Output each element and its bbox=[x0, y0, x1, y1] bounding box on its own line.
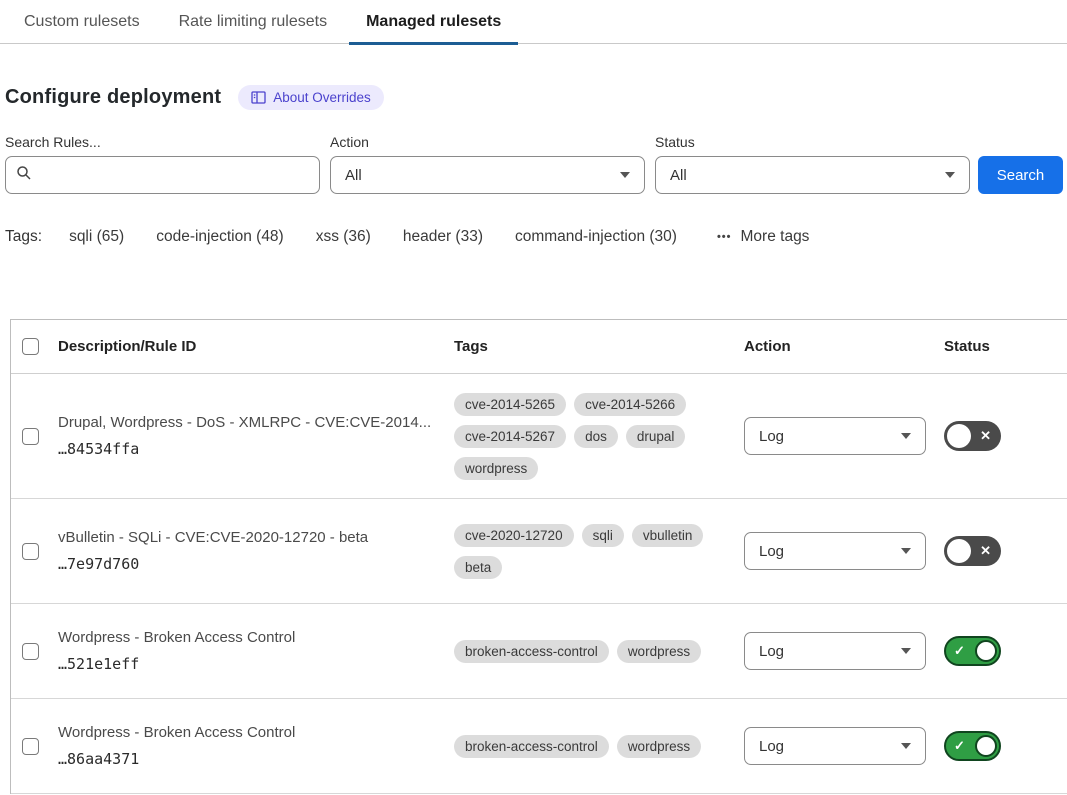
x-icon: ✕ bbox=[980, 428, 991, 444]
action-filter-select[interactable]: All bbox=[330, 156, 645, 194]
row-tags: broken-access-control wordpress bbox=[454, 735, 744, 758]
tag-link-sqli[interactable]: sqli (65) bbox=[69, 228, 124, 246]
table-header-row: Description/Rule ID Tags Action Status bbox=[11, 320, 1067, 374]
check-icon: ✓ bbox=[954, 738, 965, 754]
table-row: Wordpress - Broken Access Control …86aa4… bbox=[11, 699, 1067, 794]
status-filter-value: All bbox=[670, 167, 687, 184]
action-filter-label: Action bbox=[330, 134, 645, 150]
more-tags-button[interactable]: ••• More tags bbox=[717, 228, 809, 246]
toggle-knob bbox=[947, 539, 971, 563]
tags-bar: Tags: sqli (65) code-injection (48) xss … bbox=[5, 228, 1067, 246]
tag-pill: drupal bbox=[626, 425, 686, 448]
row-action-select[interactable]: Log bbox=[744, 727, 926, 765]
row-tags: cve-2020-12720 sqli vbulletin beta bbox=[454, 524, 744, 579]
tag-pill: wordpress bbox=[454, 457, 538, 480]
row-action-value: Log bbox=[759, 643, 784, 660]
chevron-down-icon bbox=[945, 172, 955, 178]
col-header-tags: Tags bbox=[454, 338, 744, 355]
row-action-value: Log bbox=[759, 543, 784, 560]
tag-pill: beta bbox=[454, 556, 502, 579]
check-icon: ✓ bbox=[954, 643, 965, 659]
row-rule-id: …521e1eff bbox=[58, 655, 434, 673]
chevron-down-icon bbox=[901, 743, 911, 749]
tag-pill: wordpress bbox=[617, 640, 701, 663]
search-rules-input[interactable] bbox=[40, 167, 309, 184]
chevron-down-icon bbox=[901, 648, 911, 654]
row-rule-id: …86aa4371 bbox=[58, 750, 434, 768]
col-header-action: Action bbox=[744, 338, 944, 355]
rules-table: Description/Rule ID Tags Action Status D… bbox=[10, 319, 1067, 794]
row-rule-id: …84534ffa bbox=[58, 440, 434, 458]
x-icon: ✕ bbox=[980, 543, 991, 559]
status-toggle[interactable]: ✓ ✕ bbox=[944, 636, 1001, 666]
tag-pill: sqli bbox=[582, 524, 624, 547]
row-description: Wordpress - Broken Access Control bbox=[58, 724, 434, 741]
more-tags-label: More tags bbox=[741, 228, 810, 246]
search-rules-label: Search Rules... bbox=[5, 134, 320, 150]
row-description: vBulletin - SQLi - CVE:CVE-2020-12720 - … bbox=[58, 529, 434, 546]
tab-managed-rulesets[interactable]: Managed rulesets bbox=[366, 0, 501, 44]
table-row: Drupal, Wordpress - DoS - XMLRPC - CVE:C… bbox=[11, 374, 1067, 499]
search-button[interactable]: Search bbox=[978, 156, 1063, 194]
row-action-value: Log bbox=[759, 428, 784, 445]
row-action-select[interactable]: Log bbox=[744, 532, 926, 570]
search-icon bbox=[16, 165, 32, 186]
col-header-status: Status bbox=[944, 338, 1067, 355]
row-description: Wordpress - Broken Access Control bbox=[58, 629, 434, 646]
toggle-knob bbox=[975, 640, 997, 662]
chevron-down-icon bbox=[901, 548, 911, 554]
page-title: Configure deployment bbox=[5, 86, 221, 109]
select-all-checkbox[interactable] bbox=[22, 338, 39, 355]
tag-pill: broken-access-control bbox=[454, 640, 609, 663]
ellipsis-icon: ••• bbox=[717, 231, 732, 243]
chevron-down-icon bbox=[901, 433, 911, 439]
tag-pill: cve-2014-5266 bbox=[574, 393, 686, 416]
tag-pill: vbulletin bbox=[632, 524, 704, 547]
tag-pill: cve-2014-5267 bbox=[454, 425, 566, 448]
chevron-down-icon bbox=[620, 172, 630, 178]
row-action-select[interactable]: Log bbox=[744, 417, 926, 455]
table-row: vBulletin - SQLi - CVE:CVE-2020-12720 - … bbox=[11, 499, 1067, 604]
book-icon bbox=[251, 91, 266, 104]
col-header-description: Description/Rule ID bbox=[58, 338, 454, 355]
about-overrides-badge[interactable]: About Overrides bbox=[238, 85, 384, 110]
status-toggle[interactable]: ✓ ✕ bbox=[944, 421, 1001, 451]
row-rule-id: …7e97d760 bbox=[58, 555, 434, 573]
tag-link-xss[interactable]: xss (36) bbox=[316, 228, 371, 246]
tag-pill: broken-access-control bbox=[454, 735, 609, 758]
toggle-knob bbox=[975, 735, 997, 757]
tab-custom-rulesets[interactable]: Custom rulesets bbox=[24, 0, 140, 44]
table-row: Wordpress - Broken Access Control …521e1… bbox=[11, 604, 1067, 699]
tag-link-header[interactable]: header (33) bbox=[403, 228, 483, 246]
status-filter-select[interactable]: All bbox=[655, 156, 970, 194]
row-checkbox[interactable] bbox=[22, 643, 39, 660]
tab-rate-limiting-rulesets[interactable]: Rate limiting rulesets bbox=[179, 0, 328, 44]
tag-pill: cve-2020-12720 bbox=[454, 524, 574, 547]
tag-link-command-injection[interactable]: command-injection (30) bbox=[515, 228, 677, 246]
about-overrides-label: About Overrides bbox=[273, 90, 371, 105]
row-tags: broken-access-control wordpress bbox=[454, 640, 744, 663]
row-action-select[interactable]: Log bbox=[744, 632, 926, 670]
row-checkbox[interactable] bbox=[22, 543, 39, 560]
action-filter-value: All bbox=[345, 167, 362, 184]
row-action-value: Log bbox=[759, 738, 784, 755]
tag-pill: wordpress bbox=[617, 735, 701, 758]
tag-link-code-injection[interactable]: code-injection (48) bbox=[156, 228, 284, 246]
row-description: Drupal, Wordpress - DoS - XMLRPC - CVE:C… bbox=[58, 414, 434, 431]
tags-bar-label: Tags: bbox=[5, 228, 42, 246]
toggle-knob bbox=[947, 424, 971, 448]
status-toggle[interactable]: ✓ ✕ bbox=[944, 731, 1001, 761]
tag-pill: dos bbox=[574, 425, 618, 448]
tag-pill: cve-2014-5265 bbox=[454, 393, 566, 416]
row-checkbox[interactable] bbox=[22, 738, 39, 755]
ruleset-tabbar: Custom rulesets Rate limiting rulesets M… bbox=[0, 0, 1067, 44]
row-tags: cve-2014-5265 cve-2014-5266 cve-2014-5267 d… bbox=[454, 393, 744, 480]
row-checkbox[interactable] bbox=[22, 428, 39, 445]
status-filter-label: Status bbox=[655, 134, 970, 150]
status-toggle[interactable]: ✓ ✕ bbox=[944, 536, 1001, 566]
search-rules-inputbox bbox=[5, 156, 320, 194]
